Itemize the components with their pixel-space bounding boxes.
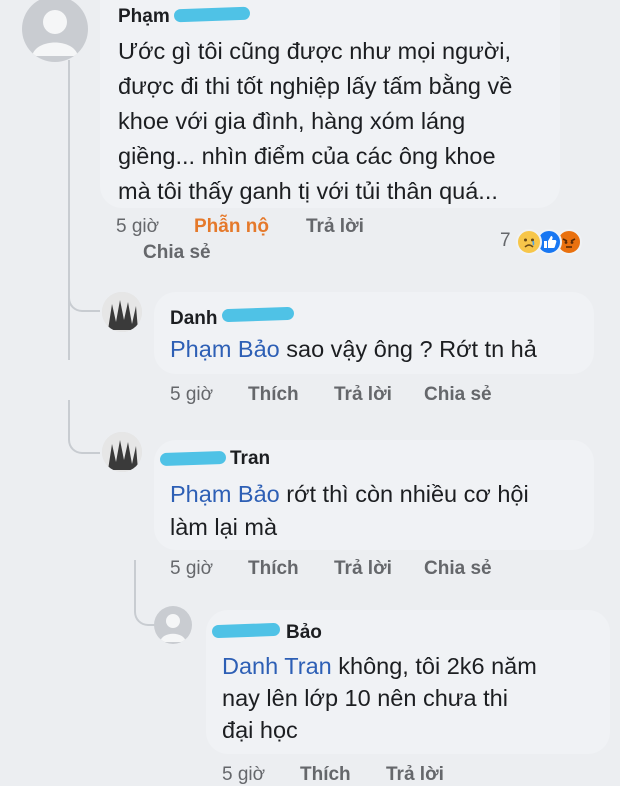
comment-text-line: khoe với gia đình, hàng xóm láng [118,108,466,134]
thread-connector [68,260,100,312]
sad-icon [516,229,542,255]
profile-photo-icon [102,432,142,472]
redaction-scribble [173,6,251,23]
reply-text-body: nay lên lớp 10 nên chưa thi [222,685,508,711]
reply-author[interactable]: Bảo [286,622,322,644]
reply-button[interactable]: Trả lời [334,384,392,406]
reply-time: 5 giờ [222,764,266,785]
reply-button[interactable]: Trả lời [334,558,392,580]
reaction-summary[interactable]: 7 [500,228,610,258]
avatar[interactable] [102,432,142,472]
reply-text: Danh Tran không, tôi 2k6 năm nay lên lớp… [222,650,537,746]
reply-text-body: rớt thì còn nhiều cơ hội [279,481,529,507]
mention-link[interactable]: Phạm Bảo [170,336,280,362]
reply-author[interactable]: Danh [170,308,218,330]
comment-text: Ước gì tôi cũng được như mọi người, được… [118,34,512,209]
comment-time: 5 giờ [116,216,160,237]
profile-photo-icon [102,292,142,332]
avatar[interactable] [22,0,88,62]
redaction-scribble [159,450,227,467]
reaction-angry-label[interactable]: Phẫn nộ [194,216,269,238]
reply-button[interactable]: Trả lời [306,216,364,238]
reply-text-body: không, tôi 2k6 năm [331,653,537,679]
reply-time: 5 giờ [170,558,214,579]
comment-text-line: mà tôi thấy ganh tị với tủi thân quá... [118,178,498,204]
thread-connector [134,560,158,626]
reply-text-body: làm lại mà [170,514,278,540]
like-button[interactable]: Thích [248,558,299,580]
default-avatar-icon [32,10,78,56]
mention-link[interactable]: Danh Tran [222,653,332,679]
reply-text: Phạm Bảo rớt thì còn nhiều cơ hội làm lạ… [170,478,529,544]
reply-text-body: sao vậy ông ? Rớt tn hả [279,336,537,362]
reply-text-body: đại học [222,717,298,743]
comment-text-line: được đi thi tốt nghiệp lấy tấm bằng về [118,73,513,99]
redaction-scribble [211,622,281,639]
mention-link[interactable]: Phạm Bảo [170,481,280,507]
reply-text: Phạm Bảo sao vậy ông ? Rớt tn hả [170,336,537,363]
share-button[interactable]: Chia sẻ [143,242,211,264]
thread-connector [68,400,100,454]
share-button[interactable]: Chia sẻ [424,558,492,580]
avatar[interactable] [154,606,192,644]
reply-button[interactable]: Trả lời [386,764,444,786]
reply-time: 5 giờ [170,384,214,405]
redaction-scribble [221,306,295,323]
avatar[interactable] [102,292,142,332]
comment-text-line: Ước gì tôi cũng được như mọi người, [118,38,512,64]
reaction-count: 7 [500,230,511,251]
comment-text-line: giềng... nhìn điểm của các ông khoe [118,143,496,169]
reply-author[interactable]: Tran [230,448,270,470]
share-button[interactable]: Chia sẻ [424,384,492,406]
like-button[interactable]: Thích [300,764,351,786]
default-avatar-icon [160,614,186,642]
thread-line [68,60,70,360]
comment-author[interactable]: Phạm [118,6,170,28]
like-button[interactable]: Thích [248,384,299,406]
